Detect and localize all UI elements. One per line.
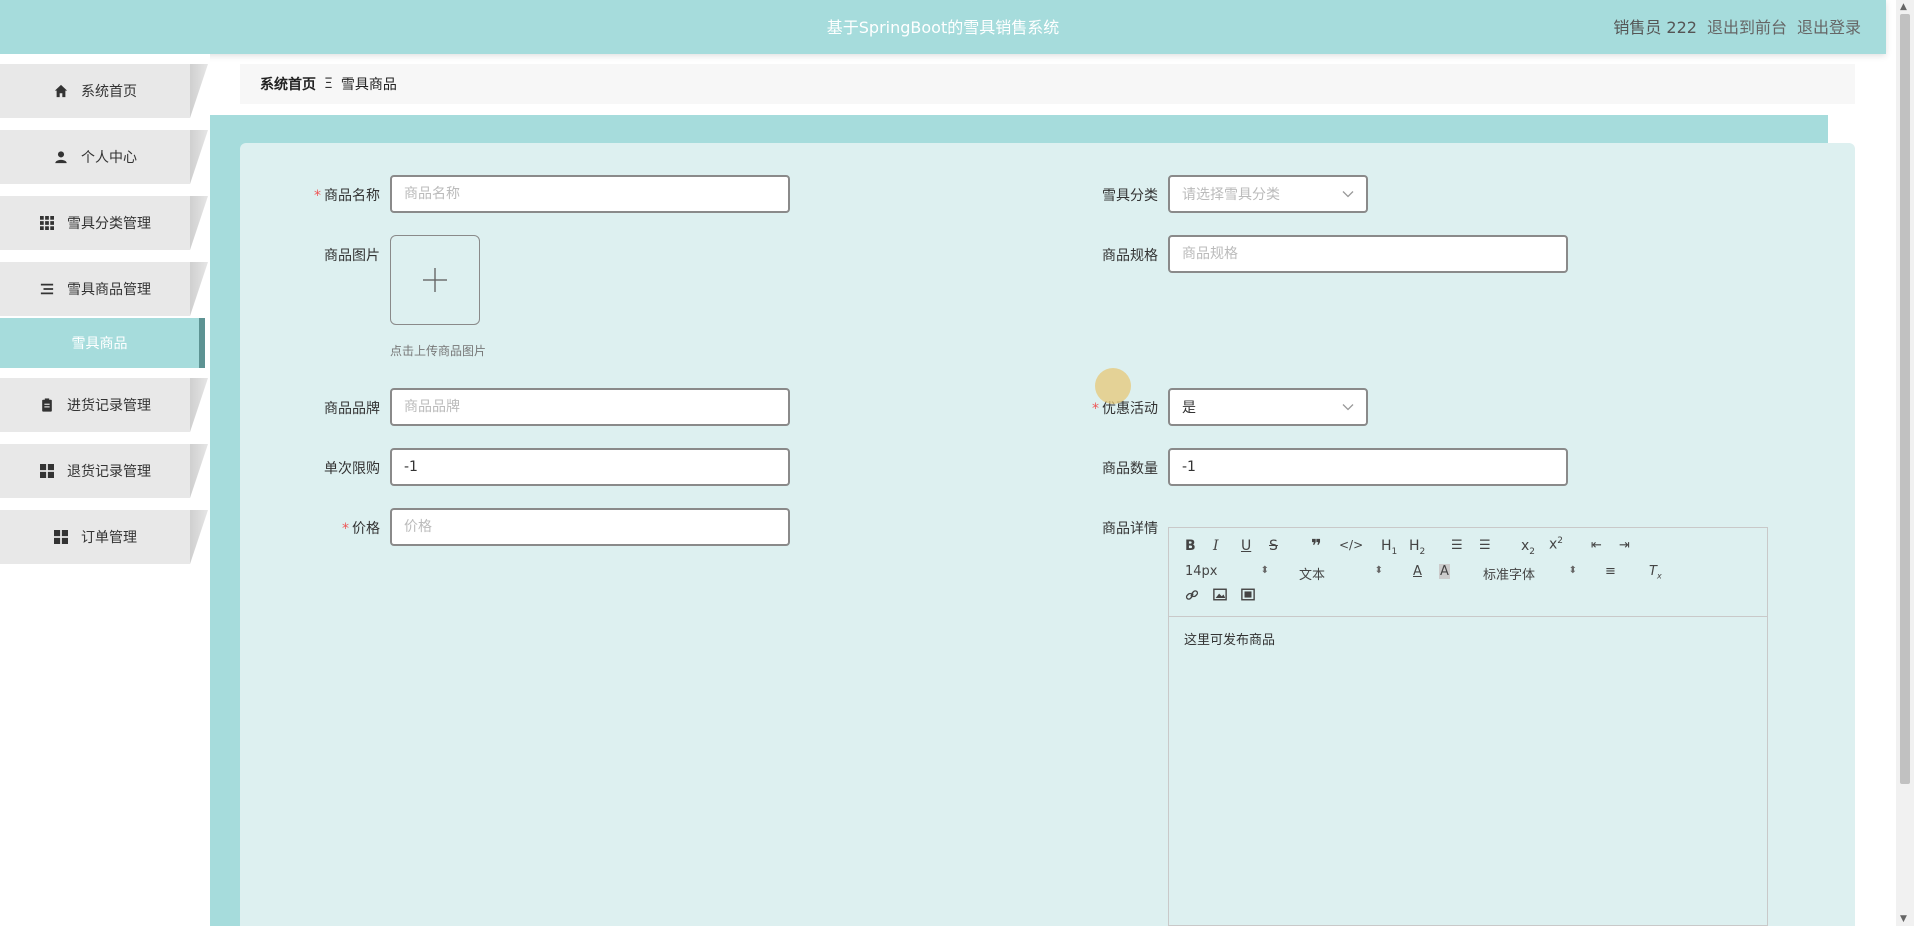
quantity-input[interactable] <box>1168 448 1568 486</box>
apps-icon <box>53 529 69 545</box>
logout-link[interactable]: 退出登录 <box>1797 14 1861 38</box>
font-family-select[interactable]: 标准字体 ⬍ <box>1483 564 1577 583</box>
sidebar: 系统首页 个人中心 雪具分类管理 雪具商品管理 雪具商品 进货记录管理 退货记录… <box>0 54 210 926</box>
price-label: * 价格 <box>342 521 380 537</box>
app-title: 基于SpringBoot的雪具销售系统 <box>826 18 1060 37</box>
link-icon[interactable] <box>1185 588 1199 606</box>
sidebar-item-label: 系统首页 <box>81 84 137 100</box>
font-color-button[interactable]: A <box>1413 564 1422 579</box>
page-scrollbar[interactable]: ▲ ▼ <box>1896 0 1914 926</box>
superscript-button[interactable]: x2 <box>1549 536 1563 553</box>
editor-content[interactable]: 这里可发布商品 <box>1169 617 1767 660</box>
strike-button[interactable]: S <box>1269 538 1278 554</box>
scroll-down-icon[interactable]: ▼ <box>1900 914 1907 924</box>
breadcrumb-current: 雪具商品 <box>340 77 397 93</box>
cursor-highlight <box>1095 368 1131 404</box>
promo-select-value: 是 <box>1182 400 1196 416</box>
price-input[interactable] <box>390 508 790 546</box>
editor-toolbar: B I U S ❞ </> H1 H2 ☰ ☰ x2 x2 ⇤ ⇥ 14px ⬍ … <box>1169 528 1767 617</box>
chevron-down-icon <box>1342 191 1354 198</box>
sidebar-item-profile[interactable]: 个人中心 <box>0 130 190 184</box>
font-size-select[interactable]: 14px ⬍ <box>1185 564 1269 579</box>
sidebar-item-label: 雪具分类管理 <box>67 216 151 232</box>
list-icon <box>39 281 55 297</box>
breadcrumb-home[interactable]: 系统首页 <box>260 74 316 94</box>
promo-label: * 优惠活动 <box>1092 401 1158 417</box>
indent-button[interactable]: ⇥ <box>1619 538 1630 553</box>
video-icon[interactable] <box>1241 588 1255 605</box>
bg-color-button[interactable]: A <box>1439 564 1450 579</box>
bold-button[interactable]: B <box>1185 538 1196 554</box>
name-label: * 商品名称 <box>314 188 380 204</box>
ordered-list-button[interactable]: ☰ <box>1451 538 1463 553</box>
subscript-button[interactable]: x2 <box>1521 538 1535 557</box>
text-type-value: 文本 <box>1299 568 1326 583</box>
bullet-list-button[interactable]: ☰ <box>1479 538 1491 553</box>
spec-label: 商品规格 <box>1102 248 1158 264</box>
sidebar-item-purchase[interactable]: 进货记录管理 <box>0 378 190 432</box>
breadcrumb: 系统首页 Ξ 雪具商品 <box>240 64 1855 104</box>
font-family-value: 标准字体 <box>1483 568 1536 583</box>
brand-input[interactable] <box>390 388 790 426</box>
promo-select[interactable]: 是 <box>1168 388 1368 426</box>
back-to-front-link[interactable]: 退出到前台 <box>1707 14 1787 38</box>
home-icon <box>53 83 69 99</box>
blockquote-button[interactable]: ❞ <box>1311 536 1322 557</box>
align-button[interactable]: ≡ <box>1605 564 1616 579</box>
grid-icon <box>39 215 55 231</box>
image-icon[interactable] <box>1213 588 1227 605</box>
category-label: 雪具分类 <box>1102 188 1158 204</box>
limit-label: 单次限购 <box>324 461 380 477</box>
plus-icon <box>423 268 447 292</box>
brand-label: 商品品牌 <box>324 401 380 417</box>
outdent-button[interactable]: ⇤ <box>1591 538 1602 553</box>
clear-format-button[interactable]: Tx <box>1649 564 1662 581</box>
top-header: 基于SpringBoot的雪具销售系统 销售员 222 退出到前台 退出登录 <box>0 0 1886 54</box>
sidebar-item-label: 雪具商品管理 <box>67 282 151 298</box>
header-actions: 销售员 222 退出到前台 退出登录 <box>1613 14 1861 38</box>
sidebar-item-label: 退货记录管理 <box>67 464 151 480</box>
sidebar-item-label: 订单管理 <box>81 530 137 546</box>
spec-input[interactable] <box>1168 235 1568 273</box>
clipboard-icon <box>39 397 55 413</box>
upload-hint: 点击上传商品图片 <box>390 344 487 358</box>
scroll-up-icon[interactable]: ▲ <box>1900 2 1907 12</box>
image-upload-button[interactable] <box>390 235 480 325</box>
image-label: 商品图片 <box>324 248 380 264</box>
apps-icon <box>39 463 55 479</box>
h2-button[interactable]: H2 <box>1409 538 1425 557</box>
purchase-limit-input[interactable] <box>390 448 790 486</box>
rich-text-editor: B I U S ❞ </> H1 H2 ☰ ☰ x2 x2 ⇤ ⇥ 14px ⬍ … <box>1168 527 1768 926</box>
h1-button[interactable]: H1 <box>1381 538 1397 557</box>
italic-button[interactable]: I <box>1213 538 1219 554</box>
scrollbar-thumb[interactable] <box>1900 14 1910 784</box>
underline-button[interactable]: U <box>1241 538 1251 554</box>
sidebar-item-products[interactable]: 雪具商品管理 <box>0 262 190 316</box>
user-icon <box>53 149 69 165</box>
font-size-value: 14px <box>1185 564 1218 579</box>
sidebar-item-returns[interactable]: 退货记录管理 <box>0 444 190 498</box>
current-user: 销售员 222 <box>1613 18 1697 37</box>
sidebar-item-category[interactable]: 雪具分类管理 <box>0 196 190 250</box>
sidebar-item-home[interactable]: 系统首页 <box>0 64 190 118</box>
text-type-select[interactable]: 文本 ⬍ <box>1299 564 1383 583</box>
sidebar-item-label: 进货记录管理 <box>67 398 151 414</box>
sidebar-subitem-snow-products[interactable]: 雪具商品 <box>0 318 205 368</box>
sidebar-item-label: 个人中心 <box>81 150 137 166</box>
product-name-input[interactable] <box>390 175 790 213</box>
chevron-down-icon <box>1342 404 1354 411</box>
qty-label: 商品数量 <box>1102 461 1158 477</box>
breadcrumb-separator: Ξ <box>324 76 333 92</box>
code-button[interactable]: </> <box>1339 538 1363 552</box>
detail-label: 商品详情 <box>1102 521 1158 537</box>
category-select-placeholder: 请选择雪具分类 <box>1182 187 1280 203</box>
sidebar-item-orders[interactable]: 订单管理 <box>0 510 190 564</box>
category-select[interactable]: 请选择雪具分类 <box>1168 175 1368 213</box>
